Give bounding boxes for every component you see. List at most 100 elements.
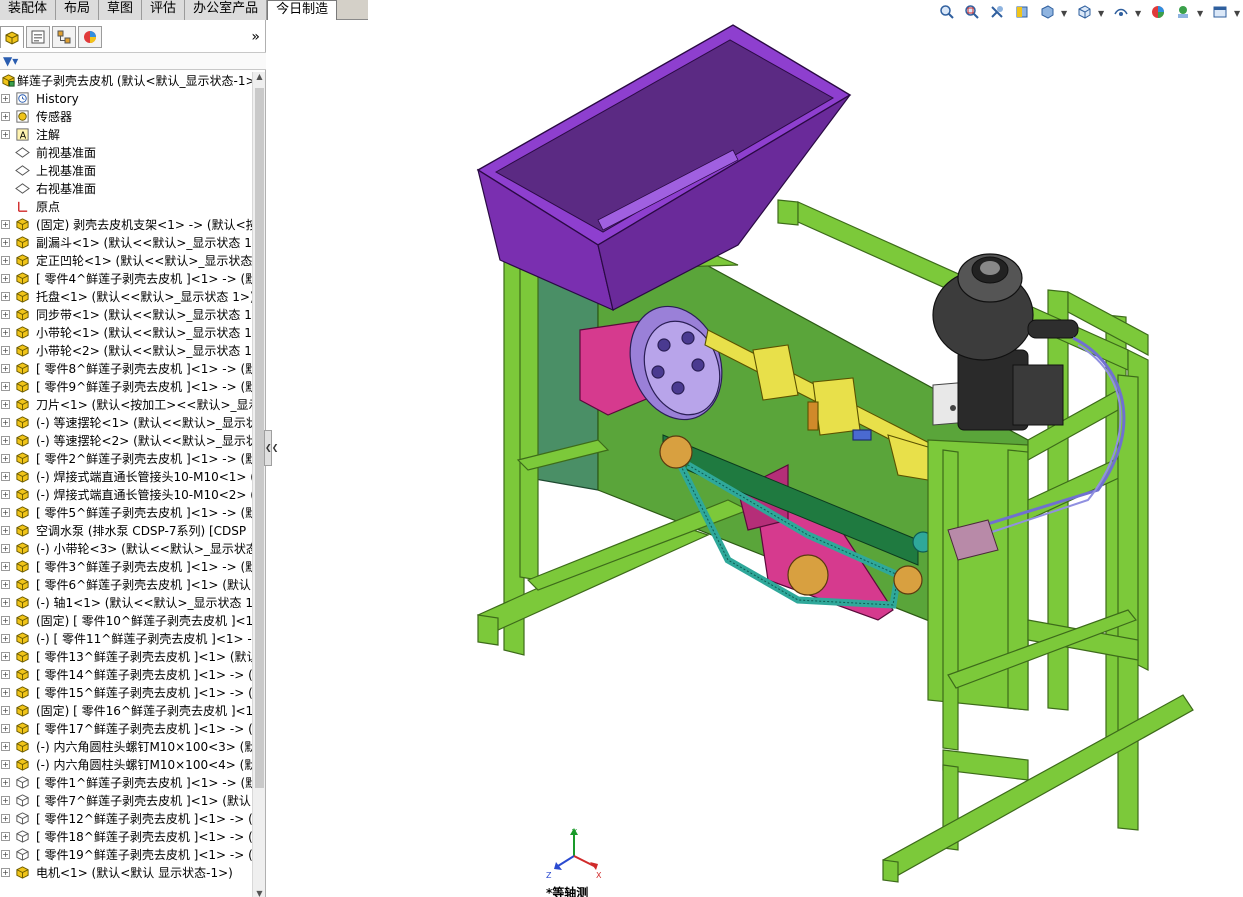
tree-item[interactable]: + [ 零件8^鲜莲子剥壳去皮机 ]<1> -> (默 (0, 360, 252, 378)
scroll-thumb[interactable] (255, 88, 264, 788)
tree-item[interactable]: + (-) [ 零件11^鲜莲子剥壳去皮机 ]<1> -> (0, 630, 252, 648)
expand-icon[interactable]: + (1, 346, 10, 355)
view-settings-icon[interactable] (1209, 4, 1231, 24)
tree-item[interactable]: 右视基准面 (0, 180, 252, 198)
expand-panel-button[interactable]: » (251, 29, 260, 45)
tree-item[interactable]: + [ 零件3^鲜莲子剥壳去皮机 ]<1> -> (默 (0, 558, 252, 576)
tree-item[interactable]: + [ 零件13^鲜莲子剥壳去皮机 ]<1> (默认 (0, 648, 252, 666)
tree-item[interactable]: 上视基准面 (0, 162, 252, 180)
filter-icon[interactable]: ▼▾ (3, 54, 18, 68)
tree-item[interactable]: + (固定) 剥壳去皮机支架<1> -> (默认<按 (0, 216, 252, 234)
zoom-to-fit-icon[interactable] (936, 4, 958, 24)
tree-item[interactable]: + 传感器 (0, 108, 252, 126)
tree-filter-bar[interactable]: ▼▾ (0, 52, 266, 70)
expand-icon[interactable]: + (1, 616, 10, 625)
appearance-icon[interactable] (78, 26, 102, 48)
tree-item[interactable]: + (-) 等速摆轮<1> (默认<<默认>_显示状 (0, 414, 252, 432)
scroll-down-icon[interactable]: ▼ (253, 889, 266, 897)
tree-item[interactable]: + [ 零件5^鲜莲子剥壳去皮机 ]<1> -> (默 (0, 504, 252, 522)
tree-item[interactable]: 前视基准面 (0, 144, 252, 162)
expand-icon[interactable]: + (1, 112, 10, 121)
tab-sketch[interactable]: 草图 (99, 0, 143, 20)
tree-item[interactable]: + [ 零件6^鲜莲子剥壳去皮机 ]<1> (默认< (0, 576, 252, 594)
tree-item[interactable]: + [ 零件15^鲜莲子剥壳去皮机 ]<1> -> (默 (0, 684, 252, 702)
expand-icon[interactable]: + (1, 238, 10, 247)
expand-icon[interactable]: + (1, 778, 10, 787)
expand-icon[interactable]: + (1, 292, 10, 301)
expand-icon[interactable]: + (1, 742, 10, 751)
expand-icon[interactable]: + (1, 832, 10, 841)
expand-icon[interactable]: + (1, 814, 10, 823)
tab-layout[interactable]: 布局 (56, 0, 100, 20)
tab-today-manufacturing[interactable]: 今日制造 (267, 0, 338, 20)
expand-icon[interactable]: + (1, 310, 10, 319)
expand-icon[interactable]: + (1, 400, 10, 409)
display-style-icon[interactable] (1110, 4, 1132, 24)
expand-icon[interactable]: + (1, 418, 10, 427)
tree-item[interactable]: + 同步带<1> (默认<<默认>_显示状态 1> (0, 306, 252, 324)
tree-item[interactable]: + (-) 等速摆轮<2> (默认<<默认>_显示状 (0, 432, 252, 450)
expand-icon[interactable]: + (1, 796, 10, 805)
tree-item[interactable]: + [ 零件4^鲜莲子剥壳去皮机 ]<1> -> (默 (0, 270, 252, 288)
edit-appearance-icon[interactable] (1147, 4, 1169, 24)
expand-icon[interactable]: + (1, 508, 10, 517)
previous-view-icon[interactable] (986, 4, 1008, 24)
tree-item[interactable]: + 空调水泵 (排水泵 CDSP-7系列) [CDSP (0, 522, 252, 540)
scroll-up-icon[interactable]: ▲ (253, 72, 266, 85)
tree-item[interactable]: + [ 零件17^鲜莲子剥壳去皮机 ]<1> -> (默 (0, 720, 252, 738)
tree-item[interactable]: + History (0, 90, 252, 108)
expand-icon[interactable]: + (1, 220, 10, 229)
tree-root-assembly[interactable]: 鲜莲子剥壳去皮机 (默认<默认_显示状态-1> (0, 72, 252, 90)
tree-item[interactable]: + [ 零件19^鲜莲子剥壳去皮机 ]<1> -> (默 (0, 846, 252, 864)
dynamic-annotation-icon[interactable] (1036, 4, 1058, 24)
expand-icon[interactable]: + (1, 454, 10, 463)
tab-evaluate[interactable]: 评估 (142, 0, 186, 20)
expand-icon[interactable]: + (1, 94, 10, 103)
tree-item[interactable]: + [ 零件7^鲜莲子剥壳去皮机 ]<1> (默认< (0, 792, 252, 810)
view-orientation-icon[interactable] (1073, 4, 1095, 24)
graphics-area[interactable]: Y Z X *等轴测 (268, 20, 1243, 897)
tree-item[interactable]: + (-) 轴1<1> (默认<<默认>_显示状态 1> (0, 594, 252, 612)
tree-item[interactable]: + (-) 内六角圆柱头螺钉M10×100<3> (默 (0, 738, 252, 756)
tree-item[interactable]: + [ 零件18^鲜莲子剥壳去皮机 ]<1> -> (默 (0, 828, 252, 846)
tree-item[interactable]: + (-) 小带轮<3> (默认<<默认>_显示状态 (0, 540, 252, 558)
expand-icon[interactable]: + (1, 436, 10, 445)
tree-item[interactable]: + 副漏斗<1> (默认<<默认>_显示状态 1> (0, 234, 252, 252)
tree-item[interactable]: + 电机<1> (默认<默认 显示状态-1>) (0, 864, 252, 882)
expand-icon[interactable]: + (1, 526, 10, 535)
chevron-down-icon[interactable]: ▼ (1135, 4, 1144, 24)
tab-office-products[interactable]: 办公室产品 (185, 0, 268, 20)
expand-icon[interactable]: + (1, 562, 10, 571)
tree-item[interactable]: + (-) 焊接式端直通长管接头10-M10<2> ( (0, 486, 252, 504)
chevron-down-icon[interactable]: ▼ (1098, 4, 1107, 24)
configuration-manager-icon[interactable] (52, 26, 76, 48)
expand-icon[interactable]: + (1, 490, 10, 499)
tree-scrollbar[interactable]: ▲ ▼ (252, 72, 265, 897)
expand-icon[interactable]: + (1, 580, 10, 589)
tree-item[interactable]: + (-) 焊接式端直通长管接头10-M10<1> ( (0, 468, 252, 486)
expand-icon[interactable]: + (1, 382, 10, 391)
expand-icon[interactable]: + (1, 706, 10, 715)
tree-item[interactable]: + [ 零件2^鲜莲子剥壳去皮机 ]<1> -> (默 (0, 450, 252, 468)
tree-item[interactable]: + A 注解 (0, 126, 252, 144)
expand-icon[interactable]: + (1, 868, 10, 877)
property-manager-icon[interactable] (26, 26, 50, 48)
tree-item[interactable]: + [ 零件14^鲜莲子剥壳去皮机 ]<1> -> (默 (0, 666, 252, 684)
expand-icon[interactable]: + (1, 472, 10, 481)
tree-item[interactable]: + 刀片<1> (默认<按加工><<默认>_显示 (0, 396, 252, 414)
chevron-down-icon[interactable]: ▼ (1234, 4, 1243, 24)
expand-icon[interactable]: + (1, 328, 10, 337)
expand-icon[interactable]: + (1, 274, 10, 283)
expand-icon[interactable]: + (1, 688, 10, 697)
section-view-icon[interactable] (1011, 4, 1033, 24)
apply-scene-icon[interactable] (1172, 4, 1194, 24)
tree-item[interactable]: + 托盘<1> (默认<<默认>_显示状态 1>) (0, 288, 252, 306)
tree-item[interactable]: + (固定) [ 零件16^鲜莲子剥壳去皮机 ]<1> (0, 702, 252, 720)
tree-item[interactable]: + (-) 内六角圆柱头螺钉M10×100<4> (默 (0, 756, 252, 774)
expand-icon[interactable]: + (1, 670, 10, 679)
tree-item[interactable]: + 小带轮<1> (默认<<默认>_显示状态 1> (0, 324, 252, 342)
expand-icon[interactable]: + (1, 364, 10, 373)
chevron-down-icon[interactable]: ▼ (1197, 4, 1206, 24)
zoom-to-area-icon[interactable] (961, 4, 983, 24)
expand-icon[interactable]: + (1, 850, 10, 859)
